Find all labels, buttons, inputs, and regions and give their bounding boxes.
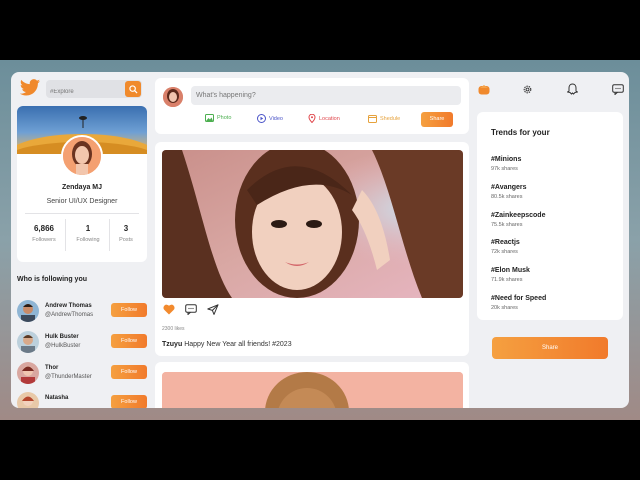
stat-label: Following — [76, 237, 100, 243]
trend-count: 20k shares — [491, 305, 518, 311]
list-item: Andrew Thomas @AndrewThomas Follow — [17, 300, 147, 324]
bird-logo-icon[interactable] — [19, 78, 41, 98]
followers-title: Who is following you — [17, 276, 87, 283]
location-action[interactable]: Location — [308, 114, 340, 123]
app-window: Zendaya MJ Senior UI/UX Designer 6,866 F… — [11, 72, 629, 408]
trend-item[interactable]: #Zainkeepscode 75.5k shares — [491, 212, 545, 228]
stat-following[interactable]: 1 Following — [69, 224, 107, 243]
chat-icon[interactable] — [611, 82, 625, 96]
compose-input[interactable]: What's happening? — [191, 86, 461, 105]
trend-item[interactable]: #Avangers 80.5k shares — [491, 184, 527, 200]
compose-box: What's happening? Photo Video Location S… — [155, 78, 469, 134]
divider — [25, 213, 139, 214]
list-item: Hulk Buster @HulkBuster Follow — [17, 331, 147, 355]
post-image[interactable] — [162, 372, 463, 408]
stat-followers[interactable]: 6,866 Followers — [25, 224, 63, 243]
post-caption: Tzuyu Happy New Year all friends! #2023 — [162, 341, 292, 348]
trend-tag: #Elon Musk — [491, 267, 530, 274]
profile-card: Zendaya MJ Senior UI/UX Designer 6,866 F… — [17, 106, 147, 262]
follower-handle: @AndrewThomas — [45, 312, 94, 318]
follow-button[interactable]: Follow — [111, 395, 147, 408]
post-actions — [163, 304, 219, 315]
play-circle-icon — [257, 114, 266, 123]
top-icons — [477, 82, 627, 100]
share-button[interactable]: Share — [421, 112, 453, 127]
trend-item[interactable]: #Need for Speed 20k shares — [491, 295, 546, 311]
stat-value: 3 — [123, 224, 129, 233]
trend-item[interactable]: #Elon Musk 71.9k shares — [491, 267, 530, 283]
follower-name: Andrew Thomas — [45, 303, 92, 309]
trends-title: Trends for your — [491, 128, 550, 137]
trend-item[interactable]: #Minions 97k shares — [491, 156, 521, 172]
schedule-action[interactable]: Shedule — [368, 114, 400, 123]
location-label: Location — [319, 115, 340, 122]
follower-handle: @HulkBuster — [45, 343, 81, 349]
profile-title: Senior UI/UX Designer — [46, 198, 118, 205]
schedule-label: Shedule — [380, 115, 401, 122]
followers-panel: Who is following you Andrew Thomas @Andr… — [17, 270, 147, 408]
calendar-icon — [368, 115, 377, 123]
follow-button[interactable]: Follow — [111, 334, 147, 348]
post-card: 2300 likes Tzuyu Happy New Year all frie… — [155, 142, 469, 356]
gear-icon[interactable] — [520, 82, 534, 96]
stat-label: Followers — [32, 237, 56, 243]
follower-name: Hulk Buster — [45, 334, 79, 340]
send-icon[interactable] — [207, 304, 219, 315]
trends-panel: Trends for your #Minions 97k shares #Ava… — [477, 112, 623, 320]
heart-icon[interactable] — [163, 304, 175, 315]
share-button[interactable]: Share — [492, 337, 608, 359]
profile-avatar[interactable] — [61, 135, 103, 177]
location-pin-icon — [308, 114, 316, 123]
home-icon[interactable] — [477, 82, 491, 96]
avatar[interactable] — [17, 362, 39, 384]
comment-icon[interactable] — [185, 304, 197, 315]
stat-posts[interactable]: 3 Posts — [107, 224, 145, 243]
avatar[interactable] — [17, 300, 39, 322]
list-item: Natasha Follow — [17, 392, 147, 408]
post-author[interactable]: Tzuyu — [162, 341, 182, 348]
trend-count: 75.5k shares — [491, 222, 523, 228]
trend-count: 80.5k shares — [491, 194, 523, 200]
stat-value: 6,866 — [33, 224, 55, 233]
video-action[interactable]: Video — [257, 114, 283, 123]
letterbox-bottom — [0, 420, 640, 480]
stat-value: 1 — [85, 224, 91, 233]
trend-count: 71.9k shares — [491, 277, 523, 283]
divider — [65, 219, 66, 251]
search-button[interactable] — [125, 81, 141, 97]
search-icon — [128, 84, 138, 94]
video-label: Video — [269, 115, 283, 122]
list-item: Thor @ThunderMaster Follow — [17, 362, 147, 386]
search-bar — [46, 80, 142, 101]
letterbox-top — [0, 0, 640, 60]
trend-count: 72k shares — [491, 249, 518, 255]
post-text: Happy New Year all friends! #2023 — [184, 341, 292, 348]
trend-tag: #Minions — [491, 156, 522, 163]
stage: Zendaya MJ Senior UI/UX Designer 6,866 F… — [0, 60, 640, 420]
trend-tag: #Need for Speed — [491, 295, 547, 302]
follower-name: Natasha — [45, 395, 69, 401]
profile-name: Zendaya MJ — [61, 184, 103, 191]
follower-handle: @ThunderMaster — [45, 374, 92, 380]
trend-count: 97k shares — [491, 166, 518, 172]
trend-tag: #Zainkeepscode — [491, 212, 546, 219]
post-image[interactable] — [162, 150, 463, 298]
follow-button[interactable]: Follow — [111, 303, 147, 317]
like-count: 2300 likes — [162, 326, 185, 332]
trend-item[interactable]: #Reactjs 72k shares — [491, 239, 520, 255]
photo-action[interactable]: Photo — [205, 114, 231, 122]
image-icon — [205, 114, 214, 122]
avatar[interactable] — [163, 87, 183, 107]
search-input[interactable] — [46, 83, 124, 101]
post-card — [155, 362, 469, 408]
trend-tag: #Avangers — [491, 184, 527, 191]
photo-label: Photo — [217, 115, 232, 121]
follower-name: Thor — [45, 365, 59, 371]
avatar[interactable] — [17, 392, 39, 408]
ghost-icon[interactable] — [565, 82, 579, 96]
stat-label: Posts — [119, 237, 133, 243]
follow-button[interactable]: Follow — [111, 365, 147, 379]
avatar[interactable] — [17, 331, 39, 353]
trend-tag: #Reactjs — [491, 239, 520, 246]
